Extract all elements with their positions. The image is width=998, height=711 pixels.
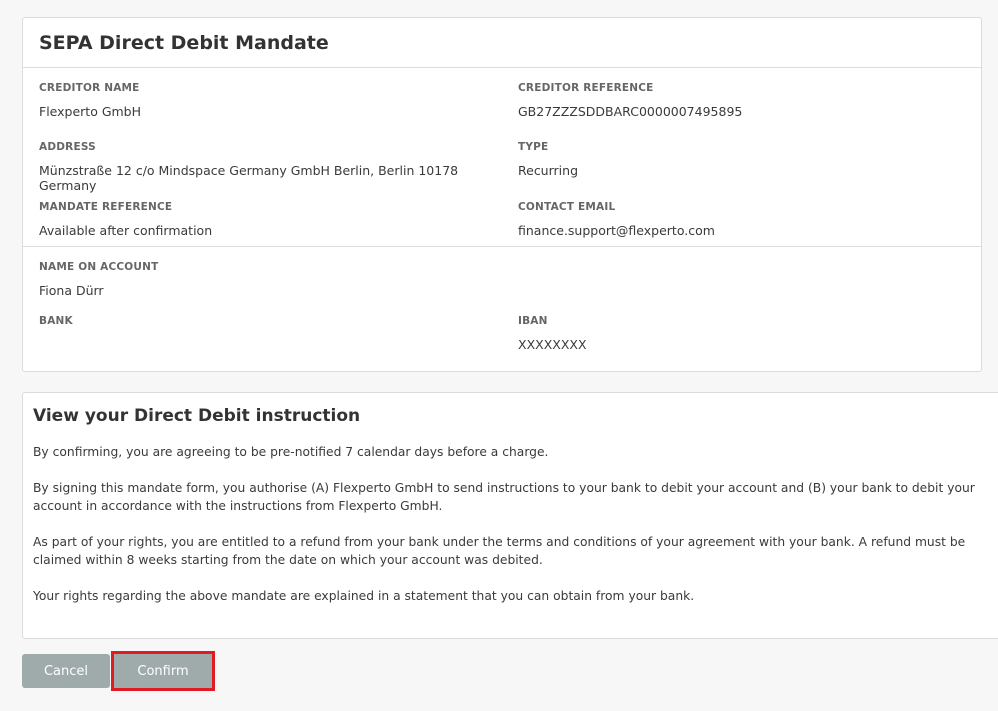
creditor-name: Flexperto GmbH	[39, 104, 142, 119]
contact-email: finance.support@flexperto.com	[518, 222, 715, 238]
instruction-card: View your Direct Debit instruction By co…	[22, 392, 998, 639]
instruction-paragraph: Your rights regarding the above mandate …	[33, 589, 695, 603]
account-section: NAME ON ACCOUNT Fiona Dürr BANK IBAN XXXXX…	[23, 247, 981, 355]
name-on-account: Fiona Dürr	[39, 283, 104, 298]
bank-label: BANK	[39, 315, 73, 327]
mandate-reference: Available after confirmation	[39, 222, 213, 238]
address-label: ADDRESS	[39, 141, 96, 154]
page-title: SEPA Direct Debit Mandate	[39, 31, 329, 54]
type-label: TYPE	[518, 141, 549, 154]
creditor-reference-label: CREDITOR REFERENCE	[518, 82, 654, 94]
type: Recurring	[518, 163, 578, 179]
instruction-paragraph: By signing this mandate form, you author…	[33, 481, 975, 513]
creditor-reference: GB27ZZZSDDBARC0000007495895	[518, 104, 743, 119]
mandate-card: SEPA Direct Debit Mandate CREDITOR NAME F…	[22, 17, 982, 372]
contact-email-label: CONTACT EMAIL	[518, 200, 616, 213]
instruction-paragraph: By confirming, you are agreeing to be pr…	[33, 445, 549, 459]
instruction-title: View your Direct Debit instruction	[33, 406, 361, 426]
creditor-section: CREDITOR NAME Flexperto GmbH CREDITOR REF…	[23, 68, 981, 246]
cancel-button[interactable]: Cancel	[22, 654, 110, 688]
creditor-name-label: CREDITOR NAME	[39, 82, 140, 94]
mandate-header: SEPA Direct Debit Mandate	[23, 18, 981, 68]
iban: XXXXXXXX	[518, 337, 587, 352]
confirm-button[interactable]: Confirm	[111, 651, 215, 691]
iban-label: IBAN	[518, 315, 548, 327]
name-on-account-label: NAME ON ACCOUNT	[39, 261, 159, 273]
mandate-reference-label: MANDATE REFERENCE	[39, 200, 173, 213]
instruction-paragraph: As part of your rights, you are entitled…	[33, 535, 966, 567]
